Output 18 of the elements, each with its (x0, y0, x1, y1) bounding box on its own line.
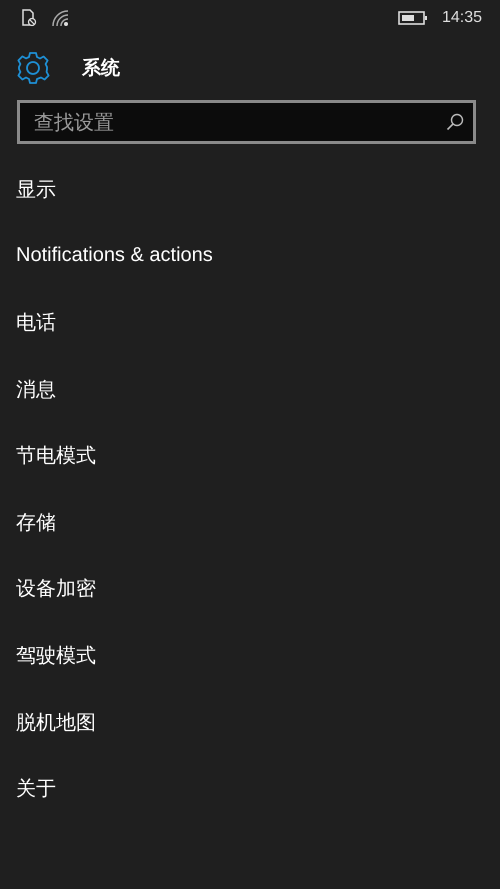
settings-item[interactable]: Notifications & actions (16, 244, 213, 268)
clock-time: 14:35 (442, 9, 482, 27)
settings-item[interactable]: 消息 (16, 376, 56, 403)
wifi-icon (51, 9, 69, 27)
no-sim-icon (21, 9, 37, 27)
settings-item[interactable]: 脱机地图 (16, 708, 96, 736)
settings-item[interactable]: 驾驶模式 (16, 642, 96, 669)
settings-item[interactable]: 节电模式 (16, 442, 96, 470)
settings-item[interactable]: 设备加密 (16, 575, 96, 602)
search-icon[interactable] (446, 113, 464, 131)
settings-item[interactable]: 显示 (16, 176, 56, 203)
gear-icon (16, 51, 50, 85)
battery-icon (398, 11, 428, 25)
page-title: 系统 (82, 56, 120, 81)
search-field[interactable]: 查找设置 (17, 100, 476, 144)
settings-item[interactable]: 电话 (16, 308, 56, 336)
settings-item[interactable]: 存储 (16, 508, 56, 536)
settings-item[interactable]: 关于 (16, 775, 56, 802)
